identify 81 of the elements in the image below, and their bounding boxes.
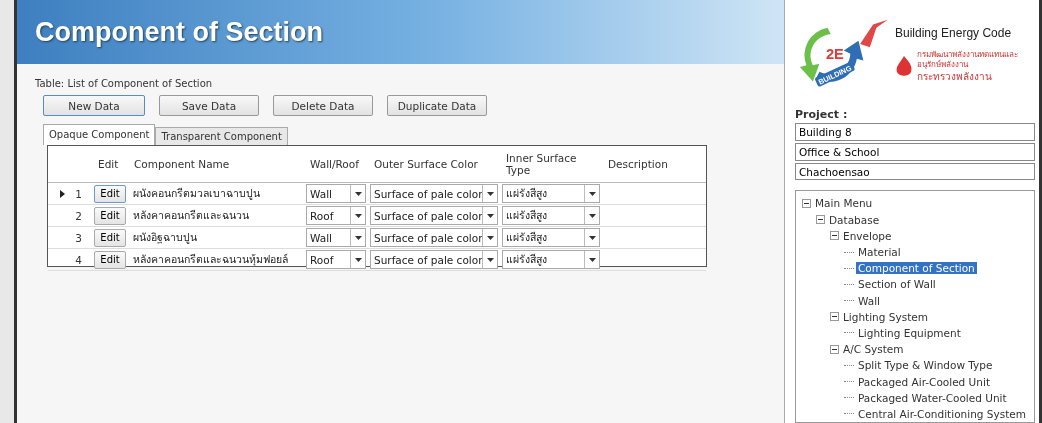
table-cell-text: ผนังอิฐฉาบปูน (132, 230, 198, 246)
tree-item[interactable]: Wall (856, 294, 882, 307)
dropdown[interactable]: Surface of pale color (370, 206, 498, 225)
tree-item[interactable]: Packaged Water-Cooled Unit (856, 391, 1009, 404)
caret-icon (588, 257, 596, 262)
column-header[interactable]: Wall/Roof (304, 158, 368, 170)
caret-icon (354, 213, 362, 218)
dropdown[interactable]: Surface of pale color (370, 228, 498, 247)
edit-button[interactable]: Edit (94, 228, 126, 247)
collapse-icon[interactable] (802, 198, 811, 208)
collapse-icon[interactable] (816, 215, 825, 225)
table-caption: Table: List of Component of Section (35, 78, 214, 89)
dropdown[interactable]: แผ่รังสีสูง (502, 228, 600, 247)
dropdown[interactable]: แผ่รังสีสูง (502, 206, 600, 225)
input-field[interactable]: Building 8 (795, 123, 1035, 141)
dropdown[interactable]: Surface of pale color (370, 250, 498, 269)
collapse-icon[interactable] (830, 344, 839, 354)
tree-item[interactable]: Central Air-Conditioning System (856, 407, 1028, 420)
tree-item[interactable]: Lighting Equipment (856, 326, 963, 339)
column-header[interactable]: Edit (92, 158, 128, 170)
dropdown[interactable]: แผ่รังสีสูง (502, 184, 600, 203)
edit-button[interactable]: Edit (94, 250, 126, 269)
agency-name: กรมพัฒนาพลังงานทดแทนและอนุรักษ์พลังงาน (917, 50, 1019, 70)
tree-item[interactable]: Envelope (841, 229, 894, 242)
row-header[interactable]: 3 (48, 231, 92, 244)
input-field[interactable]: Office & School (795, 142, 1035, 161)
tab[interactable]: Transparent Component (155, 127, 288, 145)
action-button[interactable]: Save Data (159, 95, 259, 116)
tree-item[interactable]: Lighting System (841, 310, 930, 323)
column-header[interactable]: Component Name (128, 158, 304, 170)
logo-title: Building Energy Code (895, 26, 1013, 40)
action-button[interactable]: Delete Data (273, 95, 373, 116)
dropdown[interactable]: Wall (306, 184, 366, 203)
caret-icon (486, 191, 494, 196)
caret-icon (588, 213, 596, 218)
edit-button[interactable]: Edit (94, 206, 126, 225)
dropdown[interactable]: Roof (306, 250, 366, 269)
caret-icon (486, 213, 494, 218)
caret-icon (354, 191, 362, 196)
caret-icon (486, 235, 494, 240)
column-header[interactable]: Outer Surface Color (368, 158, 500, 170)
tree-item[interactable]: Database (827, 213, 882, 226)
collapse-icon[interactable] (830, 312, 839, 322)
caret-icon (354, 235, 362, 240)
project-label: Project : (795, 108, 849, 122)
table-cell-text: ผนังคอนกรีตมวลเบาฉาบปูน (132, 186, 261, 202)
row-number: 4 (75, 253, 82, 266)
dropdown[interactable]: แผ่รังสีสูง (502, 250, 600, 269)
current-row-icon (60, 189, 66, 198)
action-button[interactable]: Duplicate Data (387, 95, 487, 116)
ministry-name: กระทรวงพลังงาน (917, 70, 993, 85)
tree-item[interactable]: A/C System (841, 343, 906, 356)
dropdown[interactable]: Roof (306, 206, 366, 225)
edit-button[interactable]: Edit (94, 184, 126, 203)
column-header[interactable]: Inner Surface Type (500, 152, 602, 176)
column-header[interactable]: Description (602, 158, 706, 170)
row-number: 3 (75, 231, 82, 244)
row-header[interactable]: 4 (48, 253, 92, 266)
table-cell-text: หลังคาคอนกรีตและฉนวนหุ้มฟอยล์ (132, 252, 289, 268)
row-header[interactable]: 2 (48, 209, 92, 222)
input-field[interactable]: Chachoensao (795, 162, 1035, 181)
tree-item[interactable]: Section of Wall (856, 278, 938, 291)
row-number: 1 (75, 187, 82, 200)
dropdown[interactable]: Wall (306, 228, 366, 247)
table-cell-text: หลังคาคอนกรีตและฉนวน (132, 208, 250, 223)
tab[interactable]: Opaque Component (43, 124, 156, 145)
tree-item[interactable]: Split Type & Window Type (856, 359, 995, 372)
row-header[interactable]: 1 (48, 187, 92, 200)
tree-item[interactable]: Material (856, 246, 903, 259)
tree-item[interactable]: Component of Section (856, 262, 977, 275)
tree-item[interactable]: Packaged Air-Cooled Unit (856, 375, 992, 388)
tree-item[interactable]: Main Menu (813, 197, 875, 210)
caret-icon (486, 257, 494, 262)
caret-icon (588, 191, 596, 196)
caret-icon (588, 235, 596, 240)
caret-icon (354, 257, 362, 262)
dropdown[interactable]: Surface of pale color (370, 184, 498, 203)
row-number: 2 (75, 209, 82, 222)
page-title: Component of Section (35, 16, 323, 48)
collapse-icon[interactable] (830, 231, 839, 241)
action-button[interactable]: New Data (43, 95, 145, 116)
